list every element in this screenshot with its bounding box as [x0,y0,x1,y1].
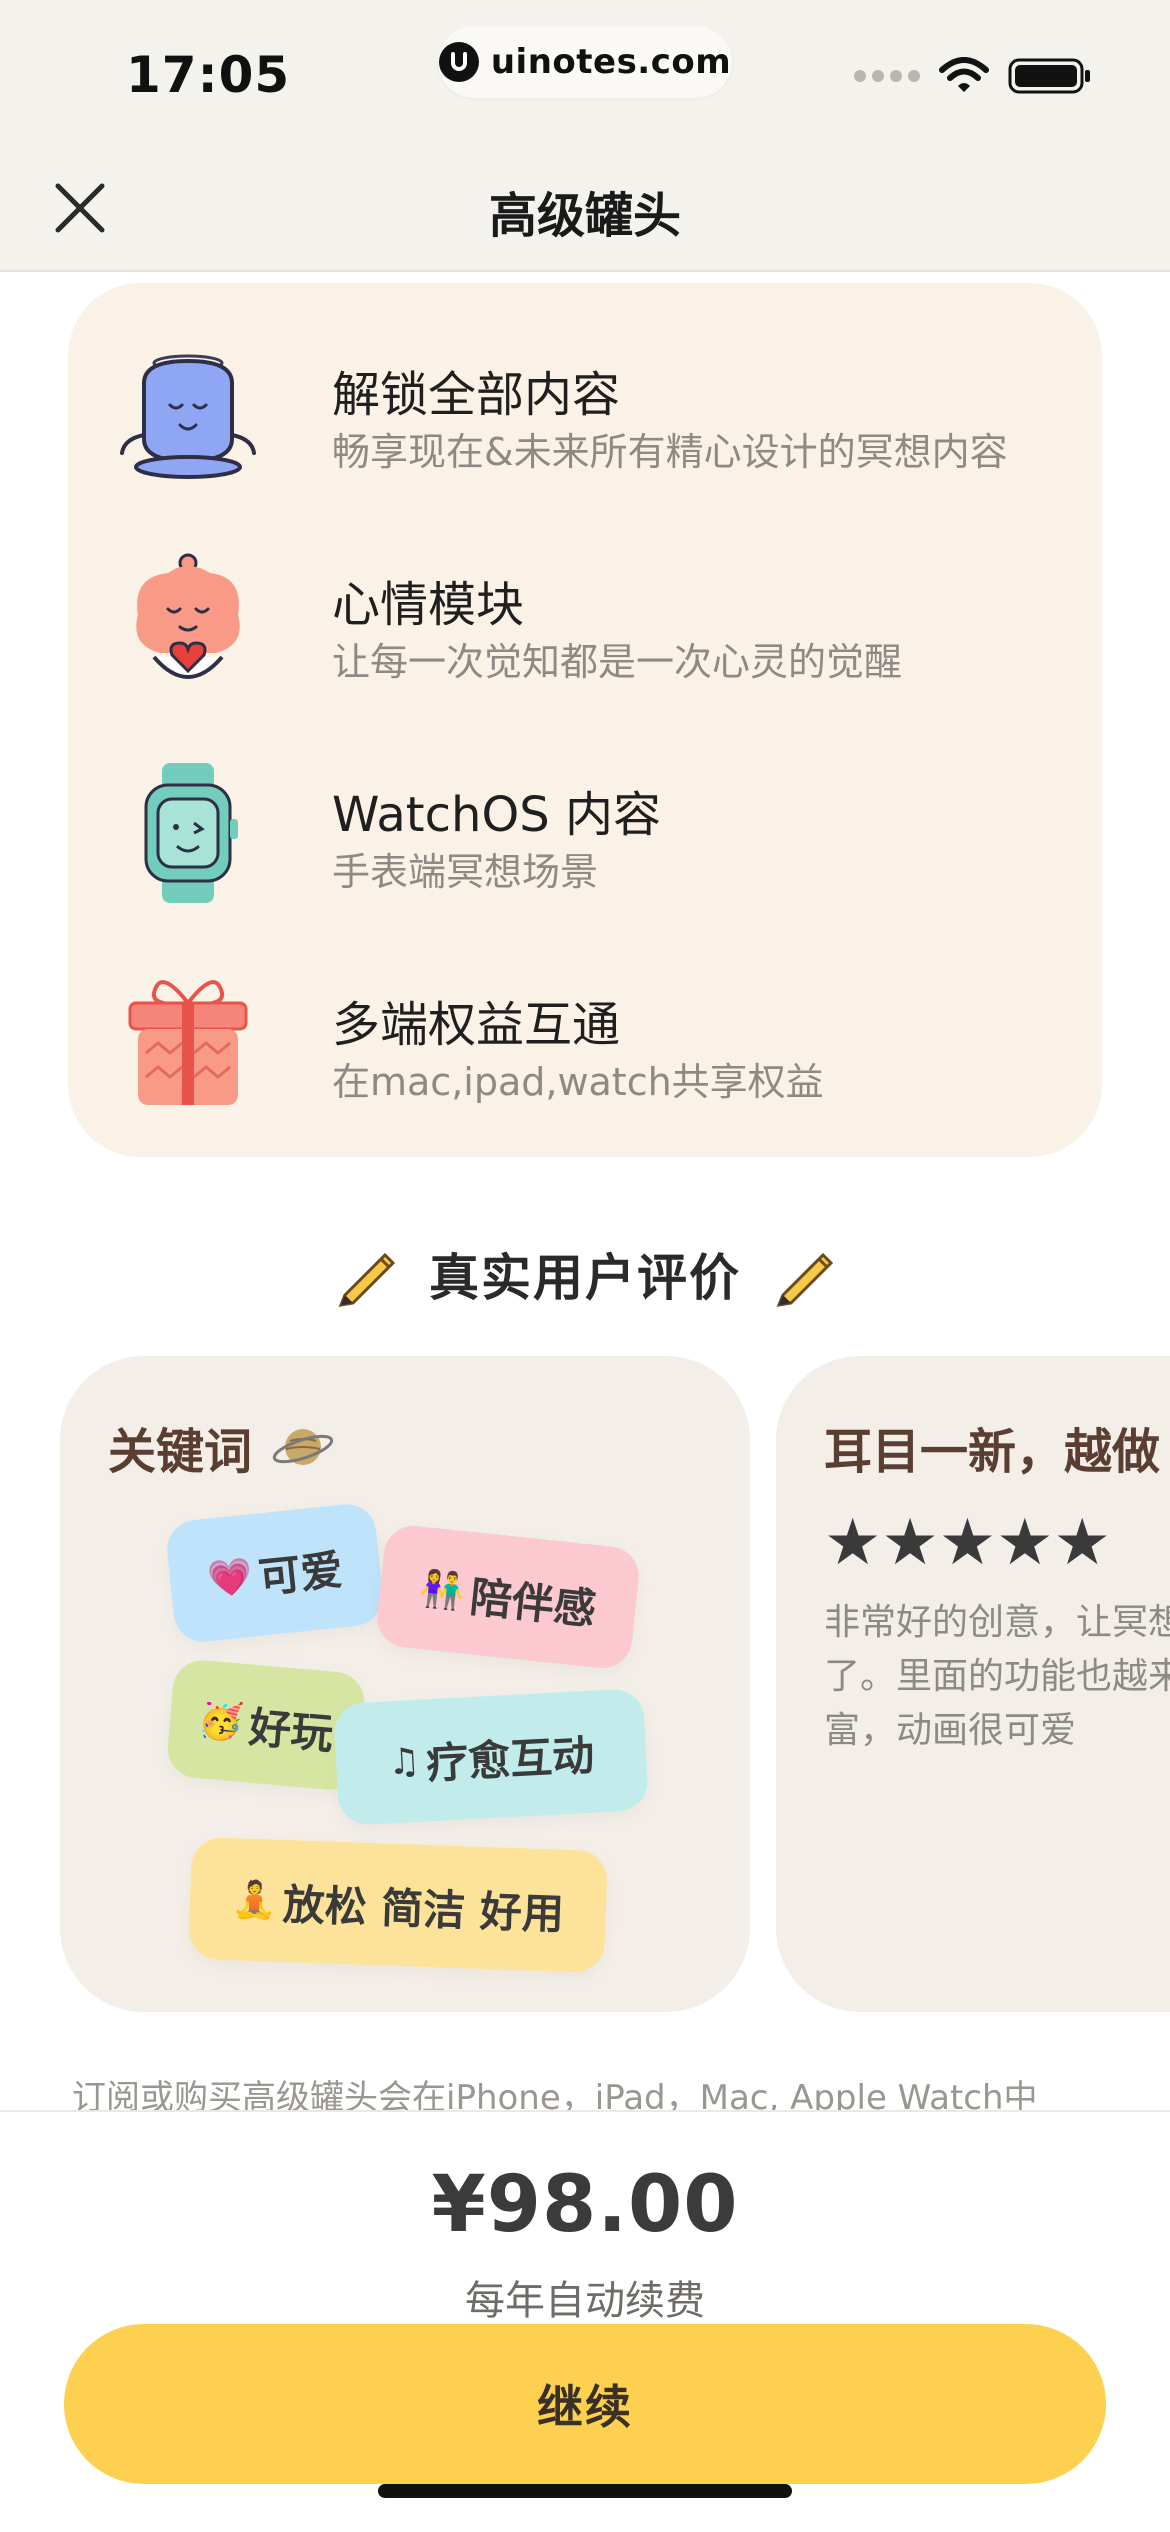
feature-watchos: WatchOS 内容 手表端冥想场景 [68,753,1102,913]
keywords-card-title: 关键词 [108,1412,336,1482]
purchase-panel: ¥98.00 每年自动续费 继续 [0,2110,1170,2532]
keyword-tag: ♫ 疗愈互动 [333,1687,649,1827]
review-body: 非常好的创意，让冥想实现了。里面的功能也越来越丰富，动画很可爱 [824,1602,1170,1751]
feature-unlock-all: 解锁全部内容 畅享现在&未来所有精心设计的冥想内容 [68,333,1102,493]
features-card: 解锁全部内容 畅享现在&未来所有精心设计的冥想内容 心情模块 让每一次觉知都是一… [68,283,1102,1157]
url-text: uinotes.com [490,42,732,82]
couple-emoji-icon: 👫 [417,1567,467,1614]
status-time: 17:05 [126,46,291,104]
review-title: 耳目一新，越做 [824,1424,1161,1480]
wifi-icon [939,57,989,92]
keyword-tag-text: 放松 简洁 好用 [281,1879,565,1939]
watch-icon [144,763,238,903]
feature-title: WatchOS 内容 [332,787,661,843]
keyword-tag-text: 好玩 [247,1702,336,1759]
keyword-tag-text: 疗愈互动 [425,1730,596,1788]
url-pill[interactable]: uinotes.com [438,26,732,98]
feature-multi-device: 多端权益互通 在mac,ipad,watch共享权益 [68,963,1102,1123]
continue-button[interactable]: 继续 [64,2324,1106,2484]
status-indicators [854,56,1092,96]
feature-subtitle: 畅享现在&未来所有精心设计的冥想内容 [332,430,1008,474]
feature-title: 解锁全部内容 [332,367,621,423]
reviews-heading: 真实用户评价 [0,1238,1170,1310]
feature-subtitle: 手表端冥想场景 [332,850,599,894]
battery-icon [1008,58,1090,94]
keyword-tag: 👫 陪伴感 [374,1522,642,1672]
price-label: ¥98.00 [431,2160,739,2250]
reviews-heading-text: 真实用户评价 [429,1249,741,1307]
cellular-signal-icon [854,70,920,82]
keyword-tag-text: 可爱 [256,1544,345,1603]
home-indicator[interactable] [378,2484,792,2498]
site-logo-icon [438,42,479,82]
feature-title: 心情模块 [332,577,525,633]
meditation-emoji-icon: 🧘 [231,1879,278,1922]
subscription-page: 17:05 uinotes.com 高级罐头 解锁全部内容 畅享现在&未来所有精… [0,0,1170,2532]
feature-subtitle: 在mac,ipad,watch共享权益 [332,1060,824,1104]
gift-icon [128,980,248,1105]
page-title: 高级罐头 [488,188,681,244]
meditating-blob-icon [120,354,256,479]
mood-character-icon [136,553,240,679]
feature-subtitle: 让每一次觉知都是一次心灵的觉醒 [332,640,903,684]
pencil-icon [776,1252,834,1307]
feature-mood-module: 心情模块 让每一次觉知都是一次心灵的觉醒 [68,543,1102,703]
top-bar: 17:05 uinotes.com 高级罐头 [0,0,1170,272]
feature-title: 多端权益互通 [332,997,621,1053]
planet-icon [272,1429,334,1465]
pencil-icon [338,1252,396,1307]
keyword-tag: 🧘 放松 简洁 好用 [187,1836,609,1974]
party-emoji-icon: 🥳 [197,1699,246,1744]
keywords-title-text: 关键词 [108,1424,253,1480]
star-rating: ★★★★★ [824,1506,1111,1580]
heart-emoji-icon: 💗 [205,1555,255,1601]
keywords-card[interactable]: 关键词 💗 可爱 👫 陪伴感 🥳 好玩 ♫ 疗愈互动 🧘 放松 简洁 好用 [60,1356,750,2012]
renewal-note: 每年自动续费 [465,2278,705,2324]
keyword-tag-text: 陪伴感 [467,1571,599,1634]
user-review-card[interactable]: 耳目一新，越做 ★★★★★ 非常好的创意，让冥想实现了。里面的功能也越来越丰富，… [776,1356,1170,2012]
music-note-icon: ♫ [386,1740,422,1783]
keyword-tag: 💗 可爱 [164,1501,386,1645]
